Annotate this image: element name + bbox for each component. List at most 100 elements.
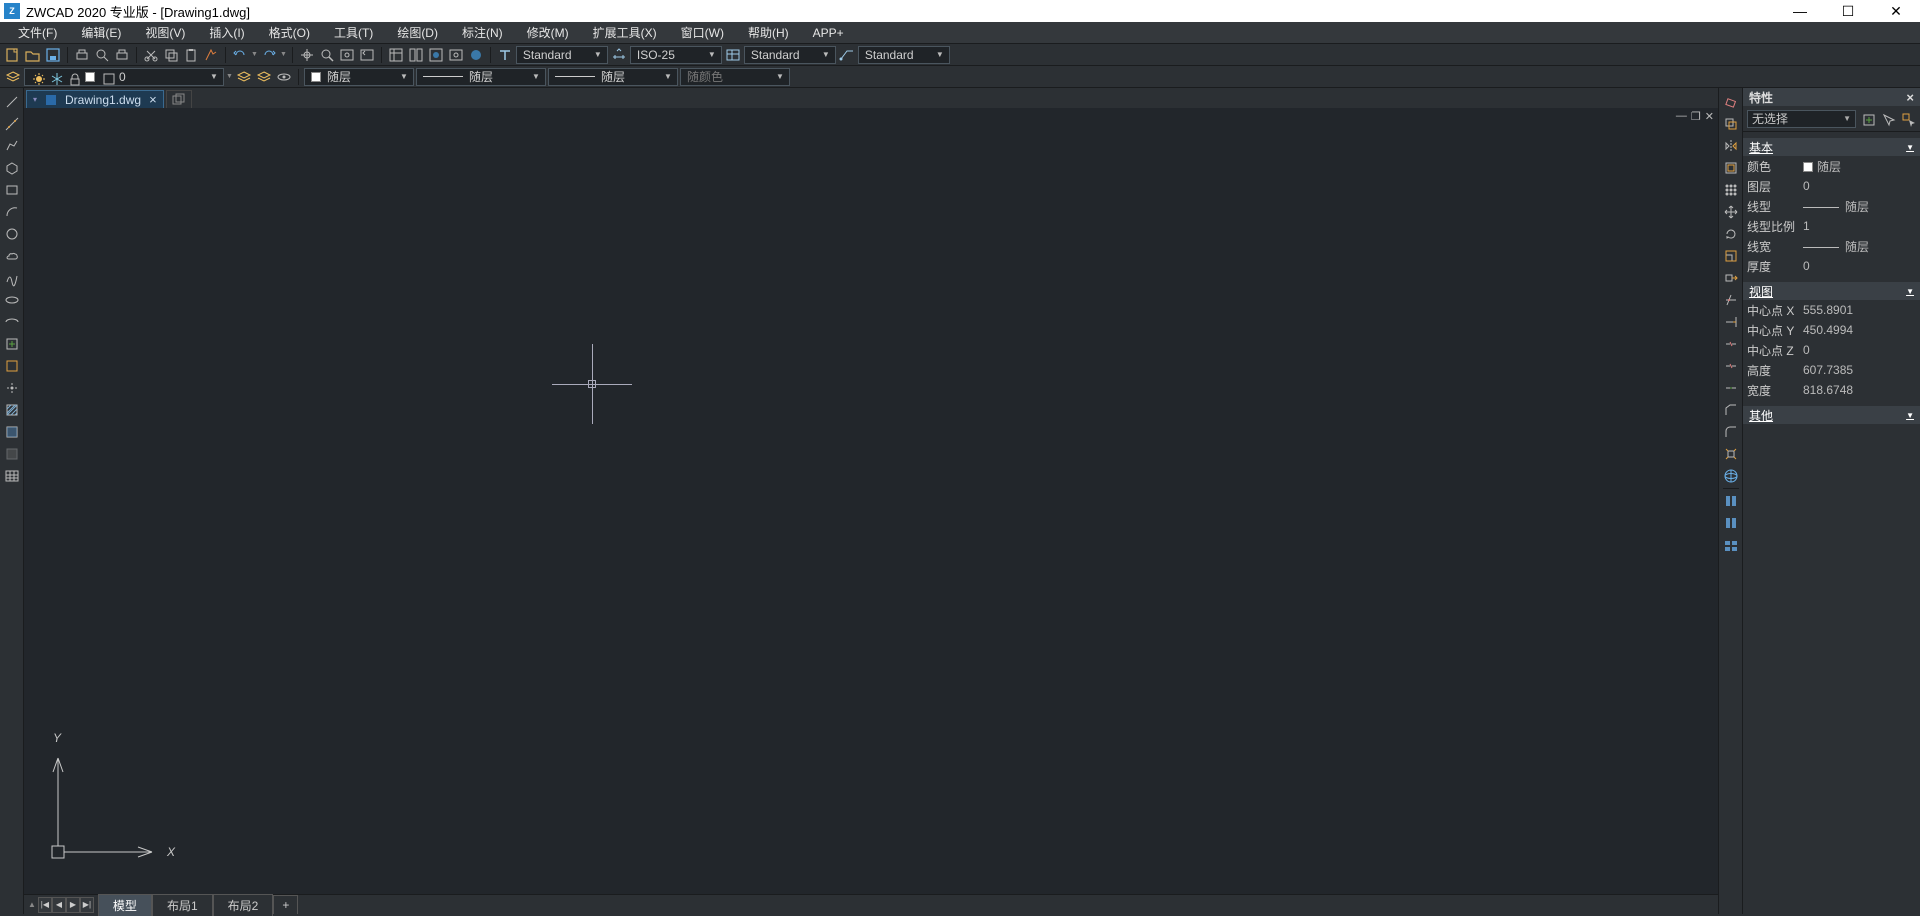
table-style-icon[interactable] [724, 46, 742, 64]
modify-mirror-button[interactable] [1721, 136, 1741, 156]
other-section-header[interactable]: 其他▼ [1743, 406, 1920, 424]
draw-arc-button[interactable] [2, 202, 22, 222]
menu-dimension[interactable]: 标注(N) [450, 22, 515, 43]
mleader-style-icon[interactable] [838, 46, 856, 64]
save-button[interactable] [44, 46, 62, 64]
draw-insert-block-button[interactable] [2, 334, 22, 354]
text-style-icon[interactable] [496, 46, 514, 64]
layout-tab-2[interactable]: 布局2 [213, 894, 274, 916]
design-center-button[interactable] [407, 46, 425, 64]
child-close-button[interactable]: ✕ [1705, 110, 1714, 123]
draw-point-button[interactable] [2, 378, 22, 398]
modify-break-button[interactable] [1721, 356, 1741, 376]
layout-prev-button[interactable]: ◀ [52, 897, 66, 913]
zoom-previous-button[interactable] [358, 46, 376, 64]
modify-chamfer-button[interactable] [1721, 400, 1741, 420]
menu-modify[interactable]: 修改(M) [515, 22, 581, 43]
open-button[interactable] [24, 46, 42, 64]
drawing-canvas[interactable]: — ❐ ✕ X Y [24, 108, 1718, 894]
draw-xline-button[interactable] [2, 114, 22, 134]
child-restore-button[interactable]: ❐ [1691, 110, 1701, 123]
draw-polyline-button[interactable] [2, 136, 22, 156]
redo-button[interactable] [260, 46, 278, 64]
draw-gradient-button[interactable] [2, 422, 22, 442]
select-objects-button[interactable] [1880, 111, 1896, 127]
prop-color-value[interactable]: 随层 [1799, 158, 1916, 175]
tool-palette-1-button[interactable] [1721, 491, 1741, 511]
modify-array-button[interactable] [1721, 180, 1741, 200]
clean-screen-button[interactable] [447, 46, 465, 64]
document-tab-active[interactable]: ▾ Drawing1.dwg × [26, 90, 164, 108]
paste-button[interactable] [182, 46, 200, 64]
menu-format[interactable]: 格式(O) [257, 22, 322, 43]
layout-tab-1[interactable]: 布局1 [152, 894, 213, 916]
layout-tab-model[interactable]: 模型 [98, 894, 152, 916]
layout-collapse-icon[interactable]: ▲ [28, 900, 36, 909]
match-properties-button[interactable] [202, 46, 220, 64]
toggle-pickadd-button[interactable] [1860, 111, 1876, 127]
layout-last-button[interactable]: ▶| [80, 897, 94, 913]
layer-properties-button[interactable] [4, 68, 22, 86]
tool-palette-2-button[interactable] [1721, 513, 1741, 533]
layout-first-button[interactable]: |◀ [38, 897, 52, 913]
layer-dropdown[interactable]: 0 ▼ [24, 68, 224, 86]
menu-file[interactable]: 文件(F) [6, 22, 69, 43]
color-dropdown[interactable]: 随层▼ [304, 68, 414, 86]
prop-ltscale-value[interactable]: 1 [1799, 219, 1916, 233]
menu-insert[interactable]: 插入(I) [197, 22, 256, 43]
window-close-button[interactable]: ✕ [1882, 3, 1910, 20]
menu-tools[interactable]: 工具(T) [322, 22, 385, 43]
layer-states-button[interactable] [255, 68, 273, 86]
properties-panel-header[interactable]: 特性 × [1743, 88, 1920, 106]
menu-edit[interactable]: 编辑(E) [69, 22, 133, 43]
close-tab-button[interactable]: × [149, 92, 157, 107]
draw-ellipse-button[interactable] [2, 290, 22, 310]
text-style-dropdown[interactable]: Standard▼ [516, 46, 608, 64]
draw-table-button[interactable] [2, 466, 22, 486]
menu-appplus[interactable]: APP+ [801, 24, 856, 42]
selection-filter-dropdown[interactable]: 无选择 ▼ [1747, 110, 1856, 128]
layout-next-button[interactable]: ▶ [66, 897, 80, 913]
menu-window[interactable]: 窗口(W) [669, 22, 736, 43]
new-document-tab-button[interactable] [166, 90, 192, 108]
prop-linetype-value[interactable]: 随层 [1799, 198, 1916, 215]
print-preview-button[interactable] [93, 46, 111, 64]
modify-join-button[interactable] [1721, 378, 1741, 398]
copy-button[interactable] [162, 46, 180, 64]
draw-make-block-button[interactable] [2, 356, 22, 376]
new-button[interactable] [4, 46, 22, 64]
menu-help[interactable]: 帮助(H) [736, 22, 801, 43]
zoom-realtime-button[interactable] [318, 46, 336, 64]
plotstyle-dropdown[interactable]: 随颜色▼ [680, 68, 790, 86]
modify-explode-button[interactable] [1721, 444, 1741, 464]
modify-trim-button[interactable] [1721, 290, 1741, 310]
add-layout-button[interactable]: + [273, 895, 298, 914]
draw-line-button[interactable] [2, 92, 22, 112]
dim-style-dropdown[interactable]: ISO-25▼ [630, 46, 722, 64]
prop-center-z-value[interactable]: 0 [1799, 343, 1916, 357]
properties-palette-button[interactable] [387, 46, 405, 64]
cut-button[interactable] [142, 46, 160, 64]
publish-button[interactable] [113, 46, 131, 64]
draw-region-button[interactable] [2, 444, 22, 464]
modify-break-at-point-button[interactable] [1721, 334, 1741, 354]
modify-stretch-button[interactable] [1721, 268, 1741, 288]
draw-circle-button[interactable] [2, 224, 22, 244]
properties-close-button[interactable]: × [1906, 90, 1914, 105]
modify-rotate-button[interactable] [1721, 224, 1741, 244]
draw-hatch-button[interactable] [2, 400, 22, 420]
ucs-world-button[interactable] [1721, 466, 1741, 486]
menu-draw[interactable]: 绘图(D) [385, 22, 450, 43]
draw-polygon-button[interactable] [2, 158, 22, 178]
draw-revcloud-button[interactable] [2, 246, 22, 266]
basic-section-header[interactable]: 基本▼ [1743, 138, 1920, 156]
undo-button[interactable] [231, 46, 249, 64]
tool-palette-button[interactable] [427, 46, 445, 64]
prop-center-y-value[interactable]: 450.4994 [1799, 323, 1916, 337]
prop-lineweight-value[interactable]: 随层 [1799, 238, 1916, 255]
table-style-dropdown[interactable]: Standard▼ [744, 46, 836, 64]
tool-palette-3-button[interactable] [1721, 535, 1741, 555]
modify-fillet-button[interactable] [1721, 422, 1741, 442]
draw-rectangle-button[interactable] [2, 180, 22, 200]
dim-style-icon[interactable] [610, 46, 628, 64]
